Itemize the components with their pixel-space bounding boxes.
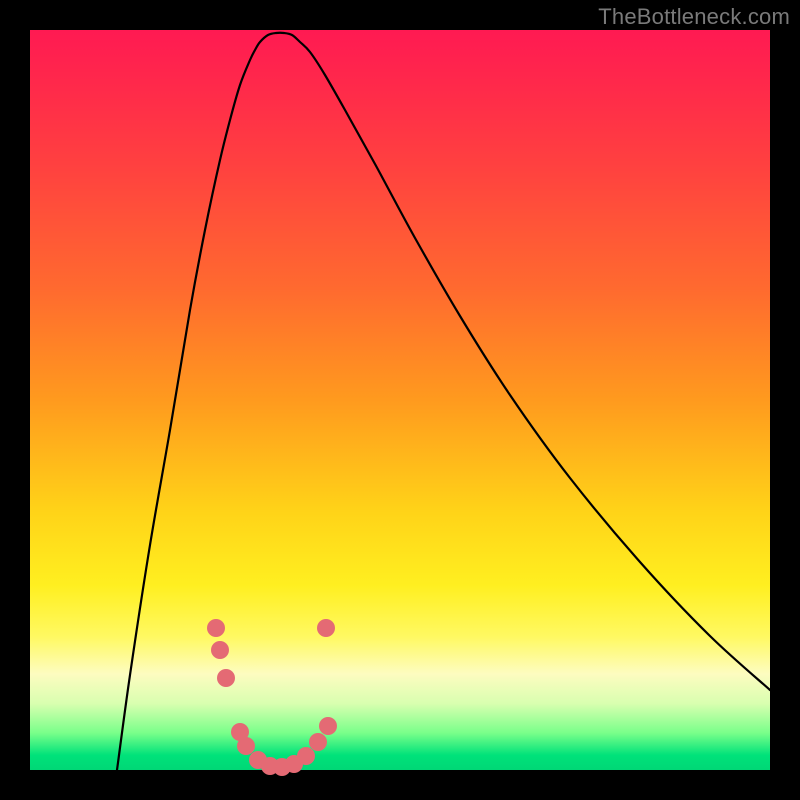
highlight-point xyxy=(317,619,335,637)
highlight-markers xyxy=(207,619,337,776)
highlight-point xyxy=(217,669,235,687)
chart-frame: TheBottleneck.com xyxy=(0,0,800,800)
highlight-point xyxy=(319,717,337,735)
highlight-point xyxy=(309,733,327,751)
highlight-point xyxy=(211,641,229,659)
highlight-point xyxy=(237,737,255,755)
bottleneck-curve-svg xyxy=(30,30,770,770)
highlight-point xyxy=(297,747,315,765)
plot-area xyxy=(30,30,770,770)
bottleneck-curve-path xyxy=(117,33,770,770)
highlight-point xyxy=(207,619,225,637)
watermark-text: TheBottleneck.com xyxy=(598,4,790,30)
